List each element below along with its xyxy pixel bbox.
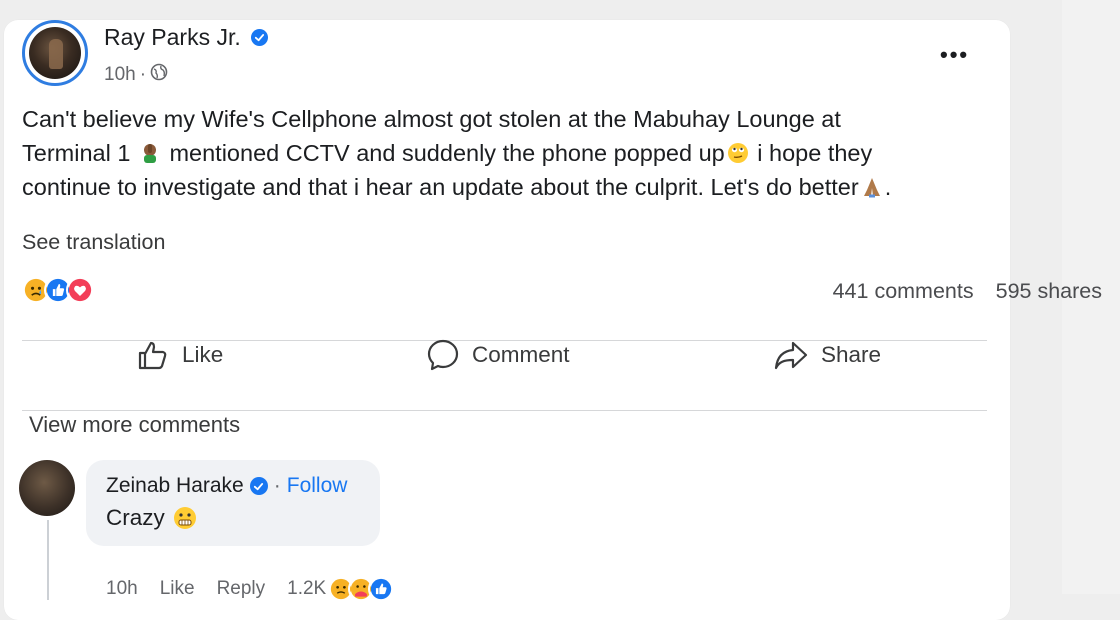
author-name[interactable]: Ray Parks Jr. [104, 24, 241, 51]
post-time[interactable]: 10h [104, 64, 136, 86]
commenter-name[interactable]: Zeinab Harake [106, 474, 244, 498]
grimace-emoji-icon [173, 507, 196, 529]
post-text-line3a: continue to investigate and that i hear … [22, 174, 859, 200]
post-text-line2a: Terminal 1 [22, 140, 131, 166]
follow-button[interactable]: Follow [287, 474, 348, 498]
like-button[interactable]: Like [136, 338, 223, 372]
comment-reply-link[interactable]: Reply [217, 578, 266, 600]
comment-time[interactable]: 10h [106, 578, 138, 600]
share-arrow-icon [774, 341, 808, 370]
love-reaction-icon [66, 276, 94, 304]
author-avatar[interactable] [22, 20, 88, 86]
comment-reactions[interactable] [328, 576, 395, 602]
comment-like-link[interactable]: Like [160, 578, 195, 600]
reply-thread-line [47, 520, 49, 600]
thumbs-up-icon [138, 341, 167, 370]
commenter-avatar[interactable] [19, 460, 75, 516]
comments-count[interactable]: 441 comments [833, 279, 974, 304]
comment-header-separator: · [273, 474, 281, 497]
divider-bottom [22, 410, 987, 411]
facepalm-emoji-icon [143, 144, 156, 163]
comment-label: Comment [472, 342, 570, 367]
view-more-comments-link[interactable]: View more comments [29, 412, 240, 438]
see-translation-link[interactable]: See translation [22, 230, 165, 255]
commenter-verified-icon [249, 477, 268, 495]
folded-hands-emoji-icon [863, 178, 880, 198]
more-options-icon[interactable]: ••• [940, 42, 969, 68]
comment-text-content: Crazy [106, 505, 165, 530]
comment-meta: 10h Like Reply 1.2K [106, 576, 395, 602]
share-button[interactable]: Share [773, 338, 881, 372]
meta-separator: · [139, 64, 147, 85]
share-label: Share [821, 342, 882, 367]
comment-bubble-icon [427, 339, 459, 371]
post-meta: 10h · [104, 63, 168, 87]
eye-roll-emoji-icon [727, 143, 748, 163]
avatar-photo [29, 27, 81, 79]
comment-bubble [86, 460, 380, 546]
comment-text: Crazy [106, 505, 197, 531]
post-text-line2c: i hope they [757, 140, 873, 166]
post-counts: 441 comments 595 shares [833, 279, 1102, 304]
post-text-line1: Can't believe my Wife's Cellphone almost… [22, 106, 841, 132]
author-row: Ray Parks Jr. [104, 24, 268, 51]
globe-icon [150, 63, 168, 87]
comment-reaction-count[interactable]: 1.2K [287, 578, 326, 600]
post-text-line2b: mentioned CCTV and suddenly the phone po… [169, 140, 725, 166]
post-reactions[interactable] [22, 276, 94, 304]
shares-count[interactable]: 595 shares [996, 279, 1102, 304]
post-text-period: . [884, 174, 892, 200]
comment-header: Zeinab Harake · Follow [106, 474, 347, 498]
comment-button[interactable]: Comment [426, 338, 570, 372]
verified-badge-icon [250, 29, 268, 46]
like-label: Like [182, 342, 224, 367]
post-text: Can't believe my Wife's Cellphone almost… [22, 102, 997, 204]
